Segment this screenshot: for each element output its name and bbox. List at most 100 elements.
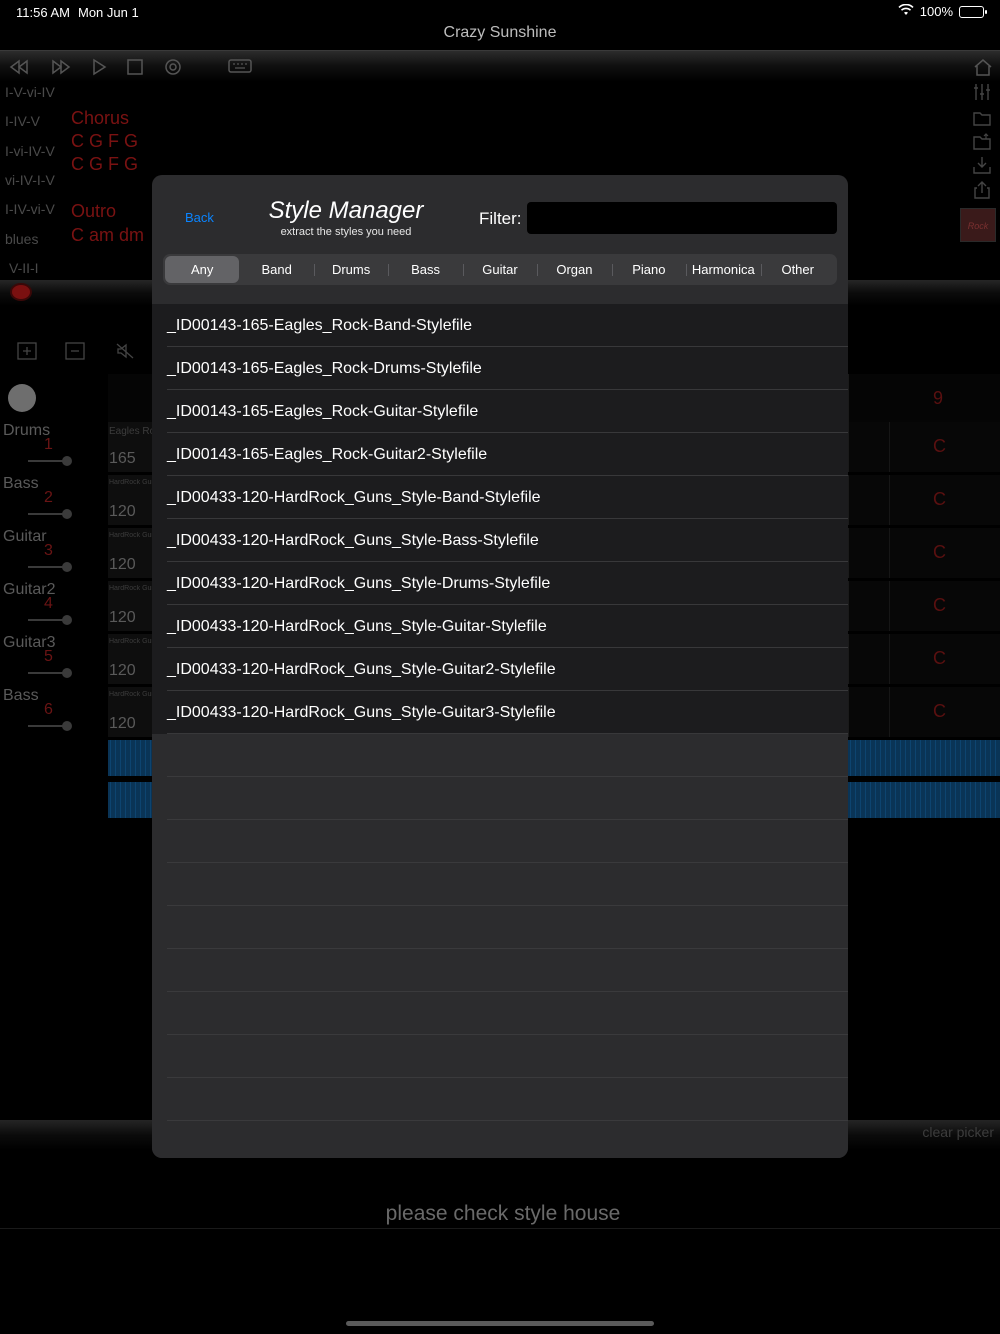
list-item[interactable]: _ID00433-120-HardRock_Guns_Style-Guitar2… bbox=[152, 648, 848, 691]
style-name: _ID00433-120-HardRock_Guns_Style-Guitar-… bbox=[167, 618, 547, 635]
segment-other[interactable]: Other bbox=[760, 256, 835, 283]
empty-row bbox=[152, 777, 848, 820]
list-item[interactable]: _ID00143-165-Eagles_Rock-Guitar-Stylefil… bbox=[152, 390, 848, 433]
volume-slider[interactable] bbox=[28, 509, 72, 519]
track-chord-cell[interactable]: C bbox=[848, 634, 1000, 684]
list-item[interactable]: _ID00433-120-HardRock_Guns_Style-Band-St… bbox=[152, 476, 848, 519]
style-name: _ID00433-120-HardRock_Guns_Style-Drums-S… bbox=[167, 575, 551, 592]
rewind-icon[interactable] bbox=[8, 57, 30, 77]
volume-slider[interactable] bbox=[28, 562, 72, 572]
progression-item[interactable]: V-II-I bbox=[9, 260, 39, 276]
play-icon[interactable] bbox=[88, 57, 110, 77]
segment-band[interactable]: Band bbox=[239, 256, 313, 283]
mixer-icon[interactable] bbox=[972, 82, 992, 102]
track-style-cell[interactable]: HardRock Guns 120 bbox=[108, 528, 155, 578]
segment-bass[interactable]: Bass bbox=[388, 256, 462, 283]
section-label: Outro bbox=[71, 201, 117, 221]
folder-icon[interactable] bbox=[972, 108, 992, 128]
list-item[interactable]: _ID00143-165-Eagles_Rock-Drums-Stylefile bbox=[152, 347, 848, 390]
progression-item[interactable]: vi-IV-I-V bbox=[5, 172, 55, 188]
volume-slider[interactable] bbox=[28, 668, 72, 678]
track-bpm: 120 bbox=[109, 609, 136, 626]
track-chord: C bbox=[933, 595, 946, 615]
progression-item[interactable]: I-IV-V bbox=[5, 113, 40, 129]
stop-icon[interactable] bbox=[124, 57, 146, 77]
track-style-cell[interactable]: HardRock Guns 120 bbox=[108, 581, 155, 631]
filter-label: Filter: bbox=[479, 209, 522, 228]
folder-upload-icon[interactable] bbox=[972, 132, 992, 152]
record-button[interactable] bbox=[8, 384, 36, 412]
lips-icon[interactable] bbox=[10, 283, 32, 301]
add-track-icon[interactable] bbox=[16, 342, 38, 360]
track-style-cell[interactable]: HardRock Guns 120 bbox=[108, 687, 155, 737]
progression-item[interactable]: blues bbox=[5, 231, 38, 247]
track-chord-cell[interactable]: C bbox=[848, 475, 1000, 525]
list-item[interactable]: _ID00433-120-HardRock_Guns_Style-Guitar-… bbox=[152, 605, 848, 648]
track-chord-cell[interactable]: C bbox=[848, 687, 1000, 737]
track-bpm: 120 bbox=[109, 715, 136, 732]
clear-picker-button[interactable]: clear picker bbox=[922, 1124, 994, 1140]
style-name: _ID00433-120-HardRock_Guns_Style-Bass-St… bbox=[167, 532, 539, 549]
track-chord: C bbox=[933, 648, 946, 668]
home-indicator[interactable] bbox=[346, 1321, 654, 1326]
mute-icon[interactable] bbox=[114, 342, 136, 360]
track-name: Guitar bbox=[3, 528, 47, 545]
track-chord-cell[interactable]: C bbox=[848, 422, 1000, 472]
section-label: Chorus bbox=[71, 108, 130, 128]
list-item[interactable]: _ID00433-120-HardRock_Guns_Style-Drums-S… bbox=[152, 562, 848, 605]
list-item[interactable]: _ID00433-120-HardRock_Guns_Style-Bass-St… bbox=[152, 519, 848, 562]
footer-message: please check style house bbox=[385, 1202, 621, 1225]
track-chord-cell[interactable]: C bbox=[848, 581, 1000, 631]
track-style-cell[interactable]: HardRock Guns 120 bbox=[108, 634, 155, 684]
track-name: Bass bbox=[3, 687, 39, 704]
track-chord: C bbox=[933, 701, 946, 721]
home-icon[interactable] bbox=[972, 57, 994, 77]
battery-icon bbox=[959, 5, 987, 18]
segment-guitar[interactable]: Guitar bbox=[462, 256, 537, 283]
progression-item[interactable]: I-V-vi-IV bbox=[5, 84, 55, 100]
track-chord-cell[interactable]: C bbox=[848, 528, 1000, 578]
empty-row bbox=[152, 949, 848, 992]
section-chords: C am dm bbox=[71, 225, 145, 245]
segment-harmonica[interactable]: Harmonica bbox=[686, 256, 760, 283]
empty-row bbox=[152, 1121, 848, 1158]
track-style: Eagles Rock bbox=[109, 426, 154, 437]
back-button[interactable]: Back bbox=[185, 210, 214, 225]
section-chords: C G F G bbox=[71, 154, 138, 174]
share-icon[interactable] bbox=[972, 180, 992, 200]
list-item[interactable]: _ID00143-165-Eagles_Rock-Band-Stylefile bbox=[152, 304, 848, 347]
track-chord: C bbox=[933, 436, 946, 456]
fast-forward-icon[interactable] bbox=[50, 57, 72, 77]
track-bpm: 120 bbox=[109, 556, 136, 573]
track-style-cell[interactable]: Eagles Rock 165 bbox=[108, 422, 155, 472]
progression-item[interactable]: I-vi-IV-V bbox=[5, 143, 55, 159]
tray-download-icon[interactable] bbox=[972, 155, 992, 175]
volume-slider[interactable] bbox=[28, 615, 72, 625]
segment-drums[interactable]: Drums bbox=[313, 256, 388, 283]
segment-any[interactable]: Any bbox=[165, 256, 240, 283]
volume-slider[interactable] bbox=[28, 456, 72, 466]
filter-input[interactable] bbox=[527, 202, 837, 234]
track-number: 6 bbox=[44, 701, 53, 718]
record-icon[interactable] bbox=[162, 57, 184, 77]
track-style: HardRock Guns bbox=[109, 532, 154, 539]
song-title: Crazy Sunshine bbox=[443, 24, 557, 41]
track-style-cell[interactable]: HardRock Guns 120 bbox=[108, 475, 155, 525]
style-thumbnail[interactable]: Rock bbox=[960, 208, 996, 242]
style-name: _ID00143-165-Eagles_Rock-Guitar-Stylefil… bbox=[167, 403, 479, 420]
style-list: _ID00143-165-Eagles_Rock-Band-Stylefile … bbox=[152, 304, 848, 1158]
style-manager-modal: Back Style Manager extract the styles yo… bbox=[152, 175, 848, 1158]
style-name: _ID00433-120-HardRock_Guns_Style-Guitar3… bbox=[167, 704, 556, 721]
segment-piano[interactable]: Piano bbox=[611, 256, 686, 283]
modal-title: Style Manager bbox=[268, 197, 424, 224]
keyboard-icon[interactable] bbox=[228, 57, 252, 77]
progression-item[interactable]: I-IV-vi-V bbox=[5, 201, 55, 217]
header-right-cell: 9 bbox=[848, 374, 1000, 422]
volume-slider[interactable] bbox=[28, 721, 72, 731]
list-item[interactable]: _ID00433-120-HardRock_Guns_Style-Guitar3… bbox=[152, 691, 848, 734]
segment-organ[interactable]: Organ bbox=[537, 256, 611, 283]
empty-row bbox=[152, 1078, 848, 1121]
modal-subtitle: extract the styles you need bbox=[280, 226, 412, 238]
list-item[interactable]: _ID00143-165-Eagles_Rock-Guitar2-Stylefi… bbox=[152, 433, 848, 476]
remove-track-icon[interactable] bbox=[64, 342, 86, 360]
